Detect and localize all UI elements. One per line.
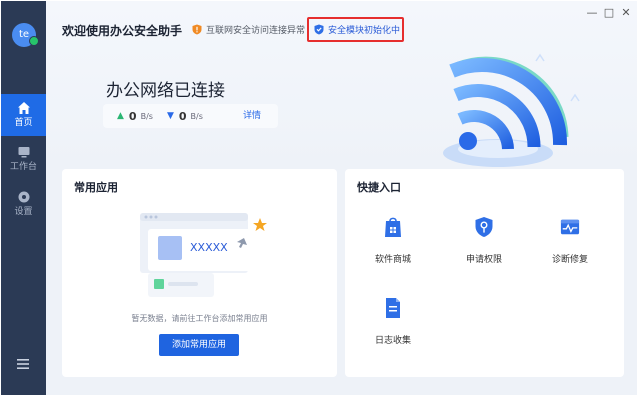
quick-entry-card: 快捷入口 软件商城 申请权限 诊断修复 日志收集 [345,169,624,377]
details-link[interactable]: 详情 [243,108,261,121]
close-button[interactable]: ✕ [620,7,632,19]
quick-entry-title: 快捷入口 [357,181,401,194]
upload-unit: B/s [140,111,153,121]
internet-alert[interactable]: 互联网安全访问连接异常 [192,23,305,36]
upload-arrow-icon: ▲ [117,111,124,121]
download-value: 0 [178,109,187,123]
quick-item-log-collect[interactable]: 日志收集 [358,297,428,346]
sidebar-item-label: 工作台 [9,162,37,172]
quick-item-label: 日志收集 [374,336,411,346]
warning-shield-icon [192,24,202,35]
add-common-app-button[interactable]: 添加常用应用 [159,334,239,356]
quick-item-diagnose-repair[interactable]: 诊断修复 [535,216,605,265]
sidebar: te 首页 工作台 设置 [1,1,46,395]
common-apps-title: 常用应用 [74,181,118,194]
download-arrow-icon: ▼ [166,111,174,121]
minimize-button[interactable]: — [586,7,598,19]
download-unit: B/s [190,111,203,121]
common-apps-card: 常用应用 XXXXX 暂无数据，请前往工作台添加常用应用 添加常用应用 [62,169,337,377]
home-icon [17,102,30,114]
quick-item-label: 软件商城 [374,255,411,265]
shield-icon [314,24,324,35]
sidebar-item-workbench[interactable]: 工作台 [1,138,46,180]
quick-item-label: 诊断修复 [551,255,588,265]
placeholder-app-name: XXXXX [190,241,228,254]
quick-item-apply-permission[interactable]: 申请权限 [449,216,519,265]
gear-icon [18,191,29,203]
sidebar-item-settings[interactable]: 设置 [1,183,46,225]
module-status[interactable]: 安全模块初始化中 [314,23,400,36]
maximize-button[interactable]: □ [603,7,615,19]
sidebar-item-label: 设置 [14,207,33,217]
store-icon [385,217,401,237]
quick-item-software-store[interactable]: 软件商城 [358,216,428,265]
download-stat: ▼ 0 B/s [167,110,203,123]
menu-icon[interactable] [16,357,30,371]
main-panel: 欢迎使用办公安全助手 互联网安全访问连接异常 安全模块初始化中 — □ ✕ 办公… [46,1,637,395]
monitor-icon [18,147,29,158]
empty-apps-illustration-icon [140,213,271,297]
permission-key-icon [475,217,493,237]
empty-state-text: 暂无数据，请前往工作台添加常用应用 [131,314,268,323]
online-badge [29,36,39,46]
app-title: 欢迎使用办公安全助手 [62,24,183,38]
network-status: 办公网络已连接 [106,81,225,101]
internet-alert-text: 互联网安全访问连接异常 [206,26,306,36]
diagnose-icon [560,219,580,235]
log-icon [386,298,400,318]
sidebar-item-home[interactable]: 首页 [1,94,46,136]
sidebar-item-label: 首页 [14,118,33,128]
empty-illustration: XXXXX [138,211,278,301]
quick-item-label: 申请权限 [465,255,502,265]
wifi-illustration-icon [443,53,580,167]
module-status-text: 安全模块初始化中 [328,26,401,36]
upload-value: 0 [128,109,137,123]
upload-stat: ▲ 0 B/s [117,110,153,123]
